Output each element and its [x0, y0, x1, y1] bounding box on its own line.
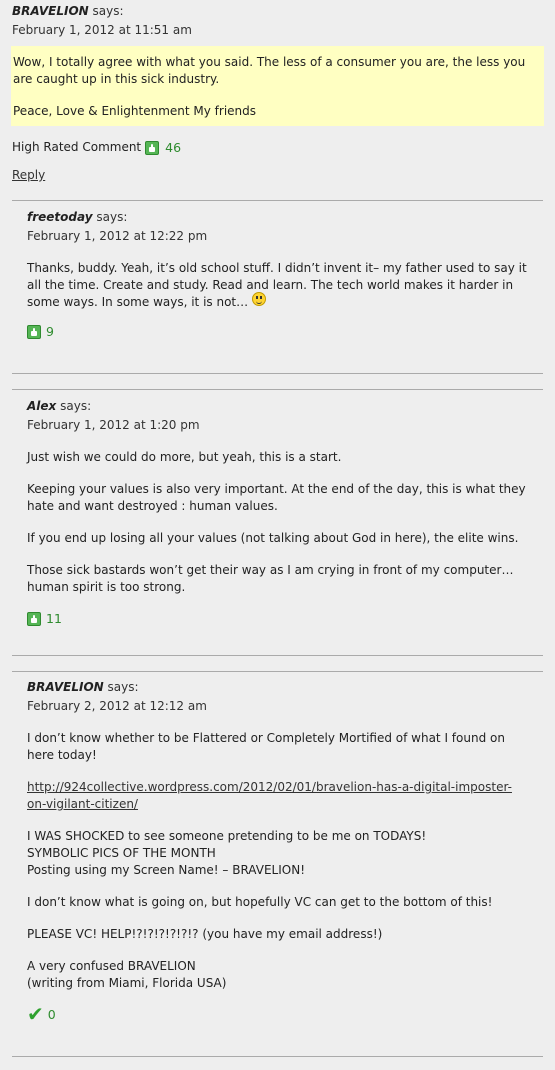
high-rated-comment: High Rated Comment 46 — [12, 139, 543, 156]
comment-author: BRAVELION — [27, 680, 104, 694]
checkmark-icon[interactable]: ✔ — [27, 1004, 44, 1024]
thumbs-up-icon[interactable] — [145, 140, 160, 155]
vote-count: 9 — [46, 324, 54, 339]
vote-count: 11 — [46, 611, 62, 626]
comment-author: Alex — [27, 399, 57, 413]
reply-link[interactable]: Reply — [12, 168, 45, 182]
smiley-icon — [252, 291, 267, 306]
vote-box: 11 — [27, 610, 535, 627]
comment-body: Just wish we could do more, but yeah, th… — [27, 449, 535, 596]
thumbs-up-icon[interactable] — [27, 324, 41, 339]
comment-date[interactable]: February 1, 2012 at 11:51 am — [12, 22, 543, 39]
says-label: says: — [96, 210, 128, 224]
vote-box: ✔ 0 — [27, 1004, 535, 1024]
comment-freetoday: freetoday says: February 1, 2012 at 12:2… — [27, 209, 535, 340]
comment-body: I don’t know whether to be Flattered or … — [27, 730, 535, 992]
comment-author: BRAVELION — [12, 4, 89, 18]
comment-bravelion-2: BRAVELION says: February 2, 2012 at 12:1… — [27, 679, 535, 1024]
comment-paragraph: Keeping your values is also very importa… — [27, 482, 526, 513]
comment-alex: Alex says: February 1, 2012 at 1:20 pm J… — [27, 398, 535, 627]
comment-paragraph: I WAS SHOCKED to see someone pretending … — [27, 829, 427, 877]
comment-paragraph: I don’t know what is going on, but hopef… — [27, 895, 493, 909]
divider — [12, 1056, 543, 1057]
comment-author: freetoday — [27, 210, 93, 224]
comment-date[interactable]: February 1, 2012 at 1:20 pm — [27, 417, 535, 434]
comment-paragraph: I don’t know whether to be Flattered or … — [27, 731, 505, 762]
divider — [12, 389, 543, 390]
thumbs-up-icon[interactable] — [27, 611, 41, 626]
comment-paragraph: Just wish we could do more, but yeah, th… — [27, 450, 342, 464]
divider — [12, 200, 543, 201]
comment-date[interactable]: February 2, 2012 at 12:12 am — [27, 698, 535, 715]
divider — [12, 373, 543, 374]
says-label: says: — [92, 4, 124, 18]
high-rated-label: High Rated Comment — [12, 140, 142, 154]
comment-date[interactable]: February 1, 2012 at 12:22 pm — [27, 228, 535, 245]
comment-bravelion-1: BRAVELION says: February 1, 2012 at 11:5… — [11, 3, 544, 156]
vote-count: 46 — [165, 140, 182, 155]
says-label: says: — [60, 399, 92, 413]
divider — [12, 671, 543, 672]
vote-box: 9 — [27, 323, 535, 340]
vote-count: 0 — [47, 1007, 56, 1022]
comment-paragraph: Peace, Love & Enlightenment My friends — [13, 104, 257, 118]
divider — [12, 655, 543, 656]
comment-signature: A very confused BRAVELION (writing from … — [27, 959, 227, 990]
comment-paragraph: Those sick bastards won’t get their way … — [27, 563, 514, 594]
comment-paragraph: Thanks, buddy. Yeah, it’s old school stu… — [27, 261, 527, 309]
highlighted-comment-body: Wow, I totally agree with what you said.… — [11, 46, 544, 126]
comment-paragraph: PLEASE VC! HELP!?!?!?!?!?!? (you have my… — [27, 927, 383, 941]
comment-paragraph: Wow, I totally agree with what you said.… — [13, 55, 526, 86]
comment-body: Thanks, buddy. Yeah, it’s old school stu… — [27, 260, 535, 311]
comments-section: BRAVELION says: February 1, 2012 at 11:5… — [0, 0, 555, 1070]
imposter-link[interactable]: http://924collective.wordpress.com/2012/… — [27, 780, 512, 811]
says-label: says: — [107, 680, 139, 694]
comment-paragraph: If you end up losing all your values (no… — [27, 531, 519, 545]
